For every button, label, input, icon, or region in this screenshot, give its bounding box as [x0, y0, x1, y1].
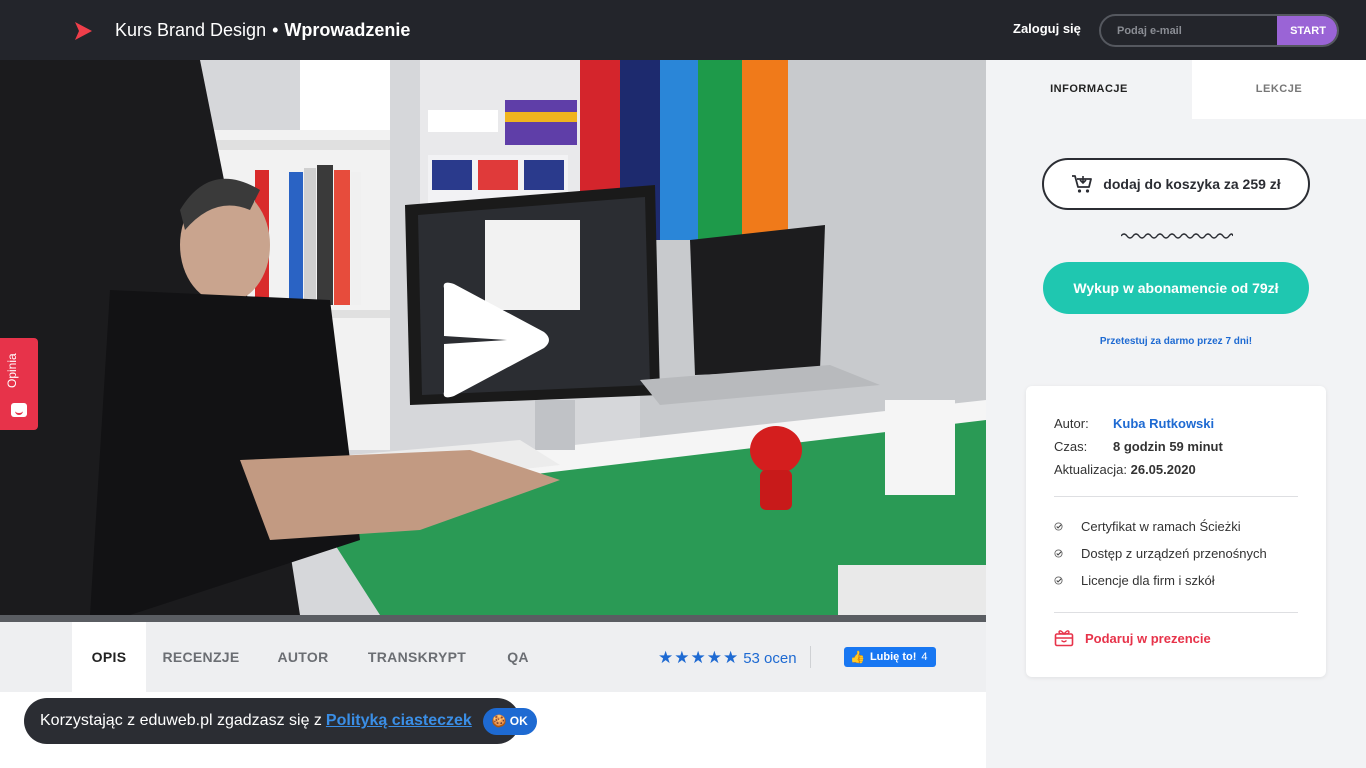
time-row: Czas: 8 godzin 59 minut [1054, 439, 1223, 454]
play-icon[interactable] [432, 280, 552, 400]
course-section: Wprowadzenie [284, 20, 411, 40]
tab-informacje[interactable]: INFORMACJE [986, 60, 1192, 119]
check-icon [1054, 522, 1063, 531]
gift-icon [1054, 630, 1074, 647]
subscription-button[interactable]: Wykup w abonamencie od 79zł [1043, 262, 1309, 314]
feature-label: Certyfikat w ramach Ścieżki [1081, 519, 1241, 534]
updated-row: Aktualizacja: 26.05.2020 [1054, 462, 1196, 477]
course-details-card: Autor: Kuba Rutkowski Czas: 8 godzin 59 mi… [1026, 386, 1326, 677]
cookie-text: Korzystając z eduweb.pl zgadzasz się z [40, 712, 322, 729]
gift-link[interactable]: Podaruj w prezencie [1054, 629, 1211, 647]
cookie-ok-label: OK [509, 714, 528, 728]
feature-item: Licencje dla firm i szkół [1054, 573, 1215, 588]
feature-label: Dostęp z urządzeń przenośnych [1081, 546, 1267, 561]
updated-value: 26.05.2020 [1130, 462, 1196, 477]
feedback-label: Opinia [5, 353, 19, 388]
gift-label: Podaruj w prezencie [1085, 630, 1211, 646]
logo-icon[interactable] [72, 20, 94, 42]
video-player[interactable]: Opinia [0, 60, 986, 615]
smile-icon [11, 403, 27, 417]
email-signup: START [1099, 14, 1339, 47]
course-tabs: OPIS RECENZJE AUTOR TRANSKRYPT QA ★★★★★ … [0, 622, 986, 692]
check-icon [1054, 549, 1063, 558]
title-separator: • [272, 20, 279, 40]
video-progress-bar[interactable] [0, 615, 986, 622]
check-icon [1054, 576, 1063, 585]
tab-opis[interactable]: OPIS [72, 622, 146, 692]
rating[interactable]: ★★★★★ 53 ocen [658, 648, 797, 668]
author-key: Autor: [1054, 416, 1089, 431]
feedback-tab[interactable]: Opinia [0, 338, 38, 430]
tab-recenzje[interactable]: RECENZJE [146, 622, 256, 692]
author-row: Autor: Kuba Rutkowski [1054, 416, 1214, 431]
email-input[interactable] [1101, 16, 1279, 45]
updated-key: Aktualizacja: [1054, 462, 1127, 477]
feature-label: Licencje dla firm i szkół [1081, 573, 1215, 588]
tab-lekcje[interactable]: LEKCJE [1192, 60, 1366, 119]
cookie-banner: Korzystając z eduweb.pl zgadzasz się z P… [24, 698, 537, 744]
add-to-cart-button[interactable]: dodaj do koszyka za 259 zł [1042, 158, 1310, 210]
divider [1054, 496, 1298, 497]
course-name: Kurs Brand Design [115, 20, 267, 40]
free-trial-link[interactable]: Przetestuj za darmo przez 7 dni! [986, 336, 1366, 347]
facebook-like-count: 4 [921, 651, 928, 663]
thumbs-up-icon: 👍 [850, 650, 865, 664]
cookie-policy-link[interactable]: Polityką ciasteczek [326, 712, 472, 730]
cart-icon [1072, 175, 1093, 193]
facebook-like-button[interactable]: 👍 Lubię to! 4 [844, 647, 936, 667]
course-info-panel: INFORMACJE LEKCJE dodaj do koszyka za 25… [986, 60, 1366, 768]
tab-qa[interactable]: QA [484, 622, 552, 692]
time-key: Czas: [1054, 439, 1088, 454]
top-bar: Kurs Brand Design • Wprowadzenie [0, 0, 986, 60]
squiggle-divider [1121, 233, 1233, 239]
course-title: Kurs Brand Design • Wprowadzenie [115, 20, 410, 41]
author-link[interactable]: Kuba Rutkowski [1113, 416, 1214, 431]
feature-item: Dostęp z urządzeń przenośnych [1054, 546, 1267, 561]
tab-transkrypt[interactable]: TRANSKRYPT [350, 622, 484, 692]
rating-divider [810, 646, 811, 668]
add-to-cart-label: dodaj do koszyka za 259 zł [1103, 176, 1281, 192]
tab-autor[interactable]: AUTOR [256, 622, 350, 692]
facebook-like-label: Lubię to! [869, 651, 917, 663]
rating-count: 53 ocen [743, 649, 797, 667]
login-link[interactable]: Zaloguj się [1013, 21, 1081, 36]
rating-stars: ★★★★★ [658, 648, 740, 667]
divider [1054, 612, 1298, 613]
cookie-icon: 🍪 [491, 714, 507, 728]
time-value: 8 godzin 59 minut [1113, 439, 1223, 454]
auth-bar: Zaloguj się START [986, 0, 1366, 60]
start-button[interactable]: START [1277, 16, 1337, 45]
feature-item: Certyfikat w ramach Ścieżki [1054, 519, 1241, 534]
panel-tabs: INFORMACJE LEKCJE [986, 60, 1366, 119]
cookie-ok-button[interactable]: 🍪 OK [482, 707, 537, 735]
